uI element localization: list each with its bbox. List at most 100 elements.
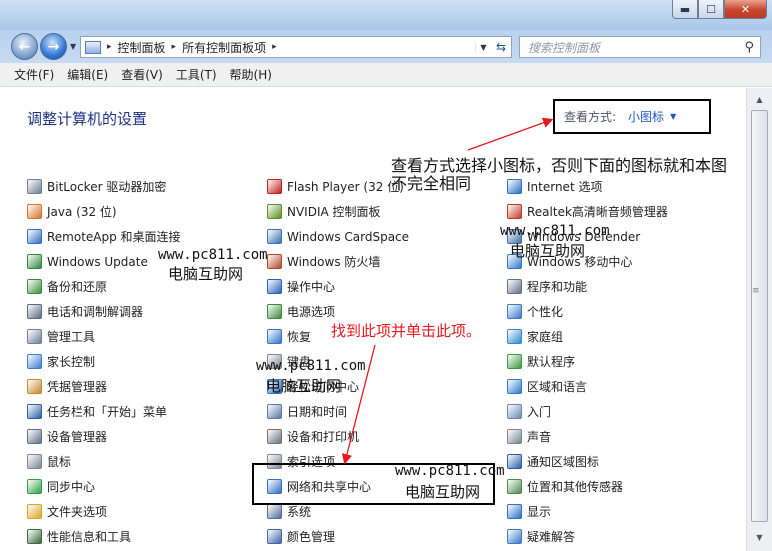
scroll-down-icon[interactable]: ▼ xyxy=(751,529,768,546)
control-panel-item[interactable]: 通知区域图标 xyxy=(507,449,668,474)
control-panel-item[interactable]: 入门 xyxy=(507,399,668,424)
control-panel-item-icon xyxy=(267,179,282,194)
refresh-icon[interactable]: ⇆ xyxy=(491,40,511,54)
scroll-up-icon[interactable]: ▲ xyxy=(751,91,768,108)
control-panel-item-label: Realtek高清晰音频管理器 xyxy=(527,205,668,219)
scroll-grip-icon: ≡ xyxy=(752,286,760,296)
control-panel-item-icon xyxy=(267,504,282,519)
forward-button[interactable]: → xyxy=(40,33,67,60)
control-panel-item[interactable]: NVIDIA 控制面板 xyxy=(267,199,409,224)
control-panel-item[interactable]: 日期和时间 xyxy=(267,399,409,424)
address-bar[interactable]: ▸ 控制面板 ▸ 所有控制面板项 ▸ ▼ ⇆ xyxy=(80,36,512,58)
control-panel-item[interactable]: 家长控制 xyxy=(27,349,181,374)
control-panel-item-icon xyxy=(507,279,522,294)
click-hint-text: 找到此项并单击此项。 xyxy=(331,322,482,340)
control-panel-item[interactable]: 声音 xyxy=(507,424,668,449)
control-panel-item-label: 声音 xyxy=(527,430,552,444)
control-panel-item-icon xyxy=(507,354,522,369)
breadcrumb-all-items[interactable]: 所有控制面板项 xyxy=(182,39,266,56)
menu-view[interactable]: 查看(V) xyxy=(121,66,163,83)
control-panel-item[interactable]: 颜色管理 xyxy=(267,524,409,549)
control-panel-item-icon xyxy=(27,204,42,219)
control-panel-item-label: 家庭组 xyxy=(527,330,564,344)
control-panel-item-icon xyxy=(507,304,522,319)
control-panel-item-label: 区域和语言 xyxy=(527,380,588,394)
recent-pages-dropdown[interactable]: ▼ xyxy=(70,42,76,51)
control-panel-item-label: 文件夹选项 xyxy=(47,505,108,519)
menu-help[interactable]: 帮助(H) xyxy=(230,66,272,83)
control-panel-item[interactable]: 性能信息和工具 xyxy=(27,524,181,549)
control-panel-item[interactable]: 设备和打印机 xyxy=(267,424,409,449)
breadcrumb-control-panel[interactable]: 控制面板 xyxy=(118,39,166,56)
control-panel-item[interactable]: Internet 选项 xyxy=(507,174,668,199)
control-panel-item[interactable]: 个性化 xyxy=(507,299,668,324)
control-panel-item[interactable]: 家庭组 xyxy=(507,324,668,349)
arrow-left-icon: ← xyxy=(18,38,31,55)
watermark-cn: 电脑互助网 xyxy=(510,242,586,260)
control-panel-item[interactable]: Realtek高清晰音频管理器 xyxy=(507,199,668,224)
control-panel-item-label: 同步中心 xyxy=(47,480,96,494)
menu-file[interactable]: 文件(F) xyxy=(14,66,54,83)
back-button[interactable]: ← xyxy=(11,33,38,60)
control-panel-item[interactable]: 备份和还原 xyxy=(27,274,181,299)
control-panel-item-icon xyxy=(507,404,522,419)
control-panel-item-icon xyxy=(267,429,282,444)
menu-bar: 文件(F) 编辑(E) 查看(V) 工具(T) 帮助(H) xyxy=(0,63,772,87)
control-panel-item[interactable]: 鼠标 xyxy=(27,449,181,474)
control-panel-item[interactable]: 默认程序 xyxy=(507,349,668,374)
control-panel-item-label: 系统 xyxy=(287,505,312,519)
page-title: 调整计算机的设置 xyxy=(27,110,148,128)
scroll-thumb[interactable] xyxy=(751,110,768,522)
control-panel-item-icon xyxy=(267,279,282,294)
control-panel-item[interactable]: 同步中心 xyxy=(27,474,181,499)
control-panel-item-icon xyxy=(27,229,42,244)
control-panel-item[interactable]: 凭据管理器 xyxy=(27,374,181,399)
control-panel-item[interactable]: RemoteApp 和桌面连接 xyxy=(27,224,181,249)
control-panel-item[interactable]: Windows 防火墙 xyxy=(267,249,409,274)
control-panel-item[interactable]: Windows CardSpace xyxy=(267,224,409,249)
menu-tools[interactable]: 工具(T) xyxy=(176,66,217,83)
maximize-button[interactable]: ☐ xyxy=(698,0,724,19)
control-panel-item[interactable]: 位置和其他传感器 xyxy=(507,474,668,499)
control-panel-item-label: 性能信息和工具 xyxy=(47,530,132,544)
breadcrumb-chevron-icon[interactable]: ▸ xyxy=(172,42,177,52)
control-panel-item-label: 管理工具 xyxy=(47,330,96,344)
control-panel-item[interactable]: 管理工具 xyxy=(27,324,181,349)
control-panel-item[interactable]: 疑难解答 xyxy=(507,524,668,549)
minimize-button[interactable]: ▬ xyxy=(672,0,698,19)
control-panel-item-icon xyxy=(507,454,522,469)
breadcrumb-chevron-icon[interactable]: ▸ xyxy=(272,42,277,52)
control-panel-item-icon xyxy=(507,504,522,519)
control-panel-item-label: 电源选项 xyxy=(287,305,336,319)
control-panel-item[interactable]: 显示 xyxy=(507,499,668,524)
control-panel-item-label: 家长控制 xyxy=(47,355,96,369)
control-panel-item[interactable]: BitLocker 驱动器加密 xyxy=(27,174,181,199)
control-panel-item[interactable]: 任务栏和「开始」菜单 xyxy=(27,399,181,424)
control-panel-item[interactable]: 程序和功能 xyxy=(507,274,668,299)
address-dropdown-icon[interactable]: ▼ xyxy=(475,42,491,52)
watermark-url: www.pc811.com xyxy=(500,223,610,239)
close-button[interactable]: ✕ xyxy=(724,0,767,19)
menu-edit[interactable]: 编辑(E) xyxy=(67,66,108,83)
control-panel-item[interactable]: 电话和调制解调器 xyxy=(27,299,181,324)
control-panel-item[interactable]: 文件夹选项 xyxy=(27,499,181,524)
vertical-scrollbar[interactable]: ▲ ≡ ▼ xyxy=(746,88,772,551)
control-panel-item-icon xyxy=(27,354,42,369)
search-input[interactable]: 搜索控制面板 ⚲ xyxy=(519,36,761,58)
watermark-url: www.pc811.com xyxy=(158,247,268,263)
control-panel-item-label: RemoteApp 和桌面连接 xyxy=(47,230,181,244)
control-panel-item[interactable]: 区域和语言 xyxy=(507,374,668,399)
control-panel-item[interactable]: Flash Player (32 位) xyxy=(267,174,409,199)
control-panel-item-label: 默认程序 xyxy=(527,355,576,369)
search-icon[interactable]: ⚲ xyxy=(744,40,754,55)
control-panel-item-icon xyxy=(27,404,42,419)
control-panel-item-label: 任务栏和「开始」菜单 xyxy=(47,405,168,419)
control-panel-item[interactable]: Java (32 位) xyxy=(27,199,181,224)
control-panel-item-label: 操作中心 xyxy=(287,280,336,294)
control-panel-item-label: NVIDIA 控制面板 xyxy=(287,205,381,219)
breadcrumb-chevron-icon[interactable]: ▸ xyxy=(107,42,112,52)
items-column-1: BitLocker 驱动器加密 Java (32 位) RemoteApp 和桌面连… xyxy=(27,174,181,549)
control-panel-item[interactable]: 设备管理器 xyxy=(27,424,181,449)
view-hint-text-line2: 不完全相同 xyxy=(391,174,472,193)
control-panel-item[interactable]: 操作中心 xyxy=(267,274,409,299)
